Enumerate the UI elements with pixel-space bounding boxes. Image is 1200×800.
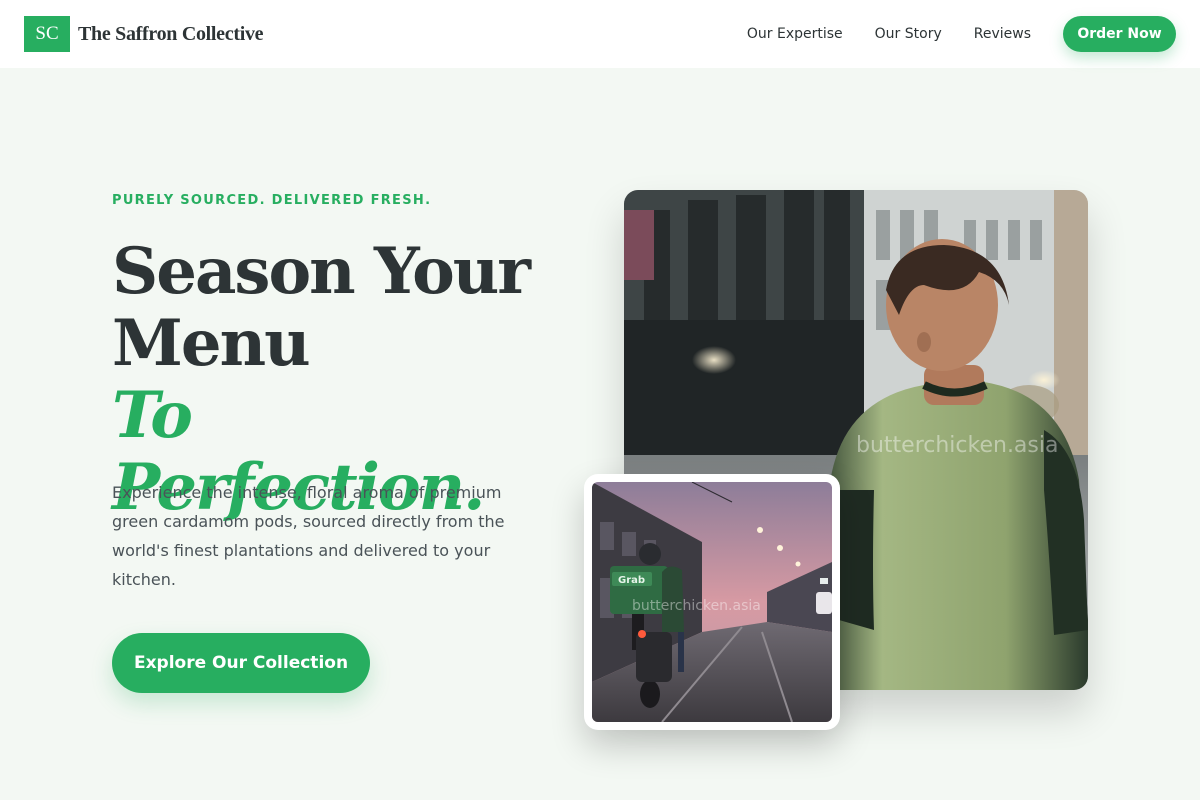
explore-collection-button[interactable]: Explore Our Collection xyxy=(112,633,370,693)
logo[interactable]: SC xyxy=(24,16,70,52)
hero-inset-photo: Grab butterchicken.asia xyxy=(584,474,840,730)
nav-link-story[interactable]: Our Story xyxy=(875,26,942,42)
headline-line-2: Menu xyxy=(112,306,311,381)
nav-link-expertise[interactable]: Our Expertise xyxy=(747,26,843,42)
watermark-main: butterchicken.asia xyxy=(856,433,1058,458)
brand[interactable]: SC The Saffron Collective xyxy=(24,16,264,52)
delivery-rider-image: Grab butterchicken.asia xyxy=(592,482,832,722)
courier-box-text: Grab xyxy=(618,575,645,586)
watermark-inset: butterchicken.asia xyxy=(632,598,761,614)
order-now-button[interactable]: Order Now xyxy=(1063,16,1176,52)
site-header: SC The Saffron Collective Our Expertise … xyxy=(0,0,1200,68)
brand-name[interactable]: The Saffron Collective xyxy=(78,23,264,46)
headline-line-1: Season Your xyxy=(112,234,531,309)
hero-description: Experience the intense, floral aroma of … xyxy=(112,483,505,589)
hero-eyebrow: PURELY SOURCED. DELIVERED FRESH. xyxy=(112,193,432,208)
main-nav: Our Expertise Our Story Reviews Order No… xyxy=(747,16,1176,52)
nav-link-reviews[interactable]: Reviews xyxy=(974,26,1031,42)
